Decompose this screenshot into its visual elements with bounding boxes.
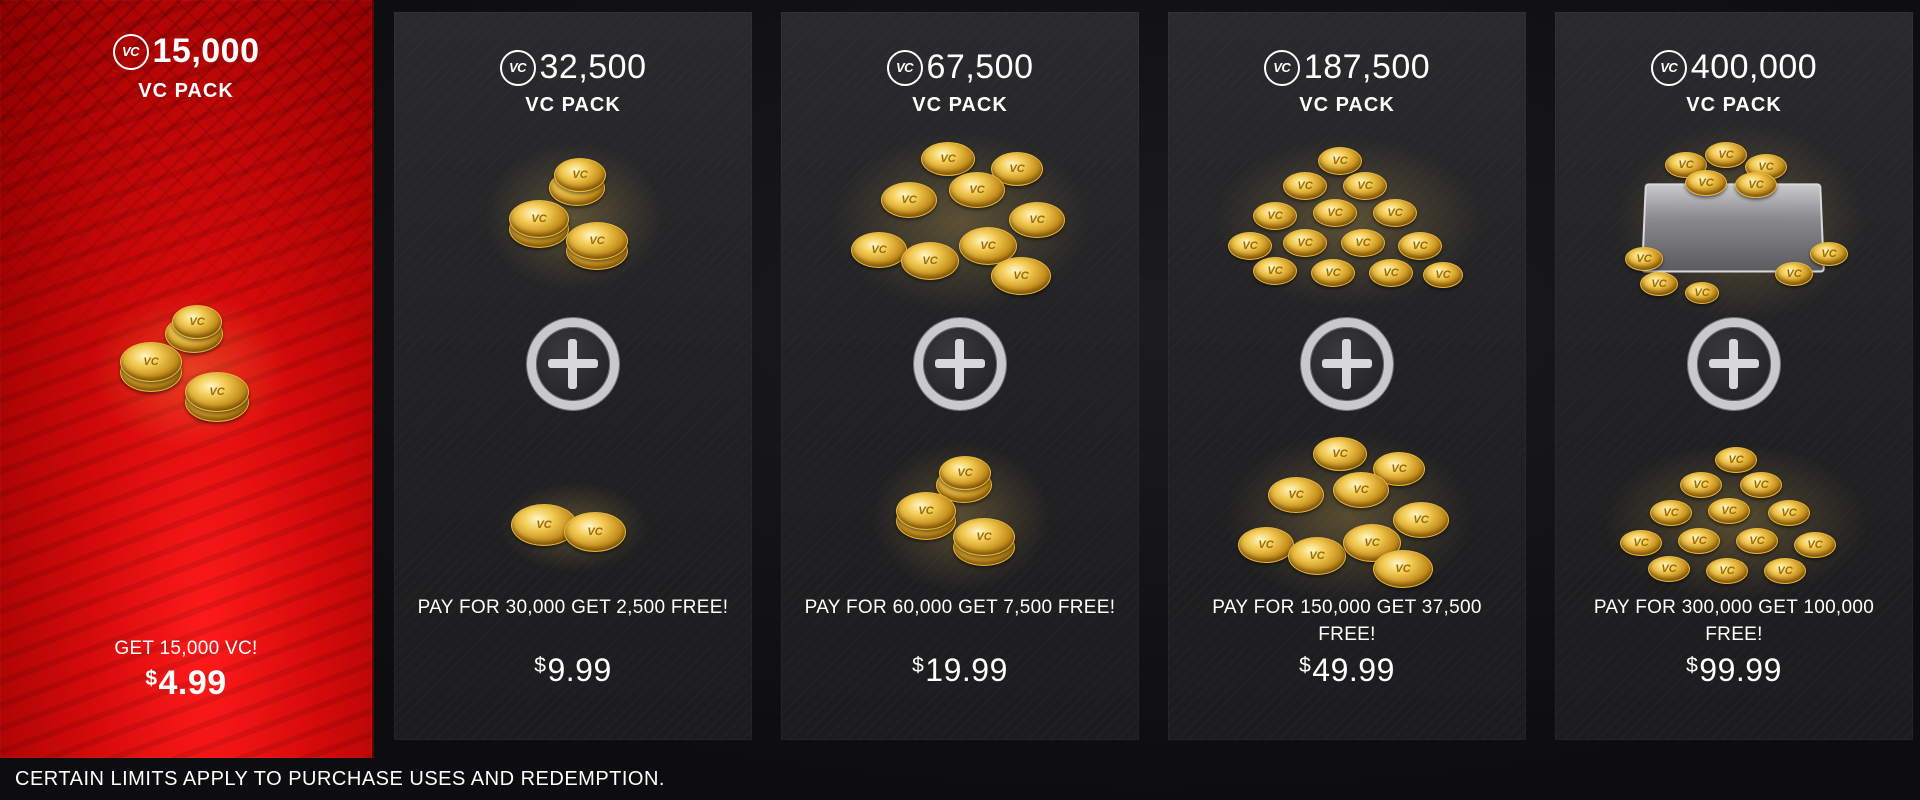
disclaimer-text: CERTAIN LIMITS APPLY TO PURCHASE USES AN… bbox=[15, 768, 665, 790]
pack-label: VC PACK bbox=[525, 94, 621, 116]
vc-currency-icon: VC bbox=[1650, 49, 1687, 86]
pack-amount: 32,500 bbox=[539, 48, 647, 86]
pack-amount: 400,000 bbox=[1690, 48, 1818, 86]
pack-label: VC PACK bbox=[1686, 94, 1782, 116]
bonus-coin-icon bbox=[499, 482, 649, 572]
pack-offer: PAY FOR 30,000 GET 2,500 FREE! bbox=[417, 597, 729, 618]
vc-pack-card-400000[interactable]: VC 400,000 VC PACK PAY FOR 300,000 GET 1… bbox=[1555, 12, 1913, 740]
pack-amount-row: VC 15,000 bbox=[0, 32, 372, 71]
bonus-coin-icon bbox=[871, 442, 1051, 592]
vc-pack-card-32500[interactable]: VC 32,500 VC PACK PAY FOR 30,000 GET 2,5… bbox=[394, 12, 752, 740]
pack-amount: 15,000 bbox=[152, 32, 260, 70]
price-value: 99.99 bbox=[1699, 652, 1782, 688]
vc-currency-icon: VC bbox=[499, 49, 536, 86]
currency-symbol: $ bbox=[912, 654, 925, 677]
pack-amount-row: VC 400,000 bbox=[1555, 48, 1913, 87]
pack-amount: 67,500 bbox=[926, 48, 1034, 86]
pack-price[interactable]: $9.99 bbox=[394, 652, 752, 689]
vc-pack-card-15000[interactable]: VC 15,000 VC PACK GET 15,000 VC! $4.99 bbox=[0, 0, 374, 758]
plus-icon bbox=[527, 318, 619, 410]
coin-stack-icon bbox=[484, 142, 664, 292]
currency-symbol: $ bbox=[1686, 654, 1699, 677]
bonus-coin-pile-icon bbox=[1223, 432, 1473, 602]
currency-symbol: $ bbox=[534, 654, 547, 677]
vc-pack-card-187500[interactable]: VC 187,500 VC PACK PAY FOR 150,000 GET 3… bbox=[1168, 12, 1526, 740]
pack-offer: GET 15,000 VC! bbox=[114, 638, 258, 659]
coin-stack-icon bbox=[90, 290, 290, 450]
plus-icon bbox=[1301, 318, 1393, 410]
bonus-coin-heap-icon bbox=[1600, 442, 1870, 602]
vc-currency-icon: VC bbox=[112, 33, 149, 70]
pack-offer: PAY FOR 60,000 GET 7,500 FREE! bbox=[804, 597, 1116, 618]
pack-price[interactable]: $99.99 bbox=[1555, 652, 1913, 689]
pack-price[interactable]: $19.99 bbox=[781, 652, 1139, 689]
pack-price[interactable]: $4.99 bbox=[0, 664, 372, 703]
pack-label: VC PACK bbox=[1299, 94, 1395, 116]
plus-icon bbox=[1688, 318, 1780, 410]
price-value: 4.99 bbox=[158, 664, 227, 702]
pack-offer: PAY FOR 150,000 GET 37,500 FREE! bbox=[1212, 597, 1482, 645]
coin-pile-icon bbox=[831, 132, 1091, 312]
price-value: 19.99 bbox=[925, 652, 1008, 688]
vc-pack-card-67500[interactable]: VC 67,500 VC PACK PAY FOR 60,000 GET 7,5… bbox=[781, 12, 1139, 740]
currency-symbol: $ bbox=[1299, 654, 1312, 677]
price-value: 9.99 bbox=[547, 652, 612, 688]
coin-heap-icon bbox=[1213, 137, 1483, 307]
price-value: 49.99 bbox=[1312, 652, 1395, 688]
vc-currency-icon: VC bbox=[1263, 49, 1300, 86]
pack-amount-row: VC 32,500 bbox=[394, 48, 752, 87]
pack-price[interactable]: $49.99 bbox=[1168, 652, 1526, 689]
currency-symbol: $ bbox=[145, 667, 158, 690]
vc-currency-icon: VC bbox=[886, 49, 923, 86]
coin-chest-icon bbox=[1615, 122, 1865, 322]
pack-amount-row: VC 187,500 bbox=[1168, 48, 1526, 87]
pack-offer: PAY FOR 300,000 GET 100,000 FREE! bbox=[1593, 597, 1875, 645]
plus-icon bbox=[914, 318, 1006, 410]
pack-label: VC PACK bbox=[138, 80, 234, 102]
pack-amount: 187,500 bbox=[1303, 48, 1431, 86]
pack-label: VC PACK bbox=[912, 94, 1008, 116]
pack-amount-row: VC 67,500 bbox=[781, 48, 1139, 87]
